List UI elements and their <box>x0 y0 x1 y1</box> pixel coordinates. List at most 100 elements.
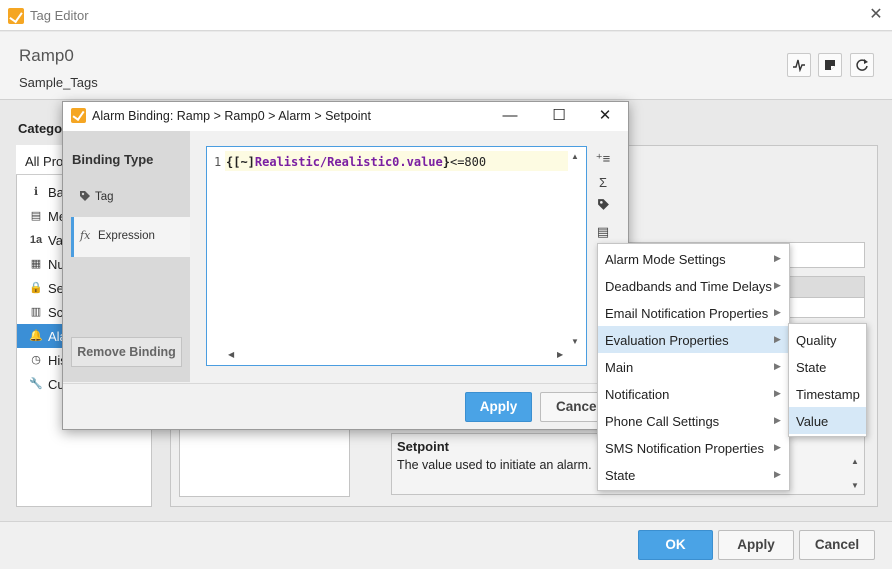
tag-header <box>0 32 892 100</box>
code-tag-path: Realistic/Realistic0.value <box>254 155 443 169</box>
binding-type-tag[interactable]: Tag <box>71 178 190 216</box>
scroll-down-icon: ▼ <box>571 337 579 346</box>
menu-item-label: Email Notification Properties <box>605 306 769 321</box>
editor-vertical-scrollbar[interactable]: ▲ ▼ <box>569 152 581 350</box>
binding-type-expression-label: Expression <box>98 230 155 242</box>
dialog-app-icon <box>71 108 86 123</box>
submenu-item-timestamp[interactable]: Timestamp <box>789 380 866 407</box>
bell-icon: 🔔 <box>29 330 43 342</box>
binding-type-expression[interactable]: fx Expression <box>71 217 190 257</box>
expression-editor[interactable] <box>206 146 587 366</box>
category-label: Sc <box>48 305 64 320</box>
calculator-icon: ▦ <box>30 258 42 270</box>
submenu-item-label: Timestamp <box>796 387 860 402</box>
submenu-item-state[interactable]: State <box>789 353 866 380</box>
apply-button[interactable]: Apply <box>718 530 794 560</box>
window-title: Tag Editor <box>30 8 89 23</box>
alarm-list-box[interactable] <box>179 428 350 497</box>
dialog-close-button[interactable]: ✕ <box>593 104 617 128</box>
tag-icon <box>79 190 91 205</box>
window-close-button[interactable]: ✕ <box>866 5 886 25</box>
remove-binding-button[interactable]: Remove Binding <box>71 337 182 367</box>
tag-icon <box>597 199 609 210</box>
menu-item-state[interactable]: State ▶ <box>598 461 789 488</box>
note-button[interactable] <box>818 53 842 77</box>
pulse-button[interactable] <box>787 53 811 77</box>
binding-type-tag-label: Tag <box>95 191 114 203</box>
editor-horizontal-scrollbar[interactable]: ◀ ▶ <box>225 350 569 362</box>
code-tag-open: {[~] <box>226 155 255 169</box>
help-text: The value used to initiate an alarm. <box>397 458 592 472</box>
code-tag-close: } <box>442 155 450 169</box>
scroll-up-icon: ▲ <box>571 152 579 161</box>
chevron-right-icon: ▶ <box>774 442 781 452</box>
menu-item-evaluation-properties[interactable]: Evaluation Properties ▶ <box>598 326 789 353</box>
note-icon <box>825 60 835 70</box>
submenu-item-value[interactable]: Value <box>789 407 866 434</box>
script-icon: ▥ <box>30 306 42 318</box>
chevron-right-icon: ▶ <box>774 253 781 263</box>
categories-heading: Catego <box>18 121 63 136</box>
chevron-right-icon: ▶ <box>774 280 781 290</box>
chevron-right-icon: ▶ <box>774 334 781 344</box>
menu-item-label: Deadbands and Time Delays <box>605 279 772 294</box>
tag-provider: Sample_Tags <box>19 75 98 90</box>
menu-item-deadbands[interactable]: Deadbands and Time Delays ▶ <box>598 272 789 299</box>
category-dropdown-value: All Pro <box>25 154 64 169</box>
menu-item-label: Main <box>605 360 634 375</box>
scroll-up-icon: ▲ <box>851 457 859 466</box>
cancel-button[interactable]: Cancel <box>799 530 875 560</box>
binding-type-heading: Binding Type <box>72 152 154 167</box>
chevron-right-icon: ▶ <box>774 361 781 371</box>
wrench-icon: 🔧 <box>29 378 43 390</box>
dialog-apply-button[interactable]: Apply <box>465 392 532 422</box>
scroll-down-icon: ▼ <box>851 481 859 490</box>
submenu-item-label: State <box>796 360 827 375</box>
expression-code[interactable]: {[~]Realistic/Realistic0.value}<=800 <box>226 155 486 169</box>
dialog-cancel-button[interactable]: Cancel <box>540 392 600 422</box>
window-titlebar <box>0 0 892 31</box>
maximize-button[interactable]: ☐ <box>547 104 571 128</box>
menu-item-main[interactable]: Main ▶ <box>598 353 789 380</box>
dialog-footer-divider <box>63 383 628 384</box>
menu-item-notification[interactable]: Notification ▶ <box>598 380 789 407</box>
function-sigma-button[interactable]: Σ <box>594 174 612 192</box>
app-icon <box>8 8 24 24</box>
pulse-icon <box>793 59 805 72</box>
insert-tag-button[interactable] <box>594 198 612 216</box>
menu-item-phone-call[interactable]: Phone Call Settings ▶ <box>598 407 789 434</box>
menu-item-label: SMS Notification Properties <box>605 441 764 456</box>
menu-item-sms-notification[interactable]: SMS Notification Properties ▶ <box>598 434 789 461</box>
tag-name: Ramp0 <box>19 46 74 65</box>
submenu-item-quality[interactable]: Quality <box>789 326 866 353</box>
minimize-button[interactable]: — <box>498 104 522 128</box>
menu-item-label: Notification <box>605 387 670 402</box>
submenu-item-label: Quality <box>796 333 837 348</box>
submenu-item-label: Value <box>796 414 829 429</box>
line-number: 1 <box>214 155 222 169</box>
insert-alarm-property-button[interactable]: ▤ <box>594 223 612 241</box>
refresh-button[interactable] <box>850 53 874 77</box>
ok-button[interactable]: OK <box>638 530 713 560</box>
value-icon: 1a <box>29 234 43 246</box>
menu-item-email-notification[interactable]: Email Notification Properties ▶ <box>598 299 789 326</box>
code-operator: <=800 <box>449 155 487 169</box>
clock-icon: ◷ <box>31 354 41 366</box>
menu-item-label: State <box>605 468 636 483</box>
scroll-right-icon: ▶ <box>557 350 564 359</box>
insert-property-button[interactable]: ⁺≡ <box>594 150 612 168</box>
info-icon: ℹ <box>33 186 39 198</box>
help-title: Setpoint <box>397 439 449 454</box>
chevron-right-icon: ▶ <box>774 415 781 425</box>
category-label: Va <box>48 233 63 248</box>
database-icon: ▤ <box>30 210 42 222</box>
scroll-left-icon: ◀ <box>228 350 235 359</box>
chevron-right-icon: ▶ <box>774 469 781 479</box>
function-icon: fx <box>80 229 91 242</box>
lock-icon: 🔒 <box>29 282 43 294</box>
menu-item-label: Alarm Mode Settings <box>605 252 726 267</box>
dialog-title: Alarm Binding: Ramp > Ramp0 > Alarm > Se… <box>92 109 371 123</box>
menu-item-alarm-mode-settings[interactable]: Alarm Mode Settings ▶ <box>598 245 789 272</box>
help-scrollbar[interactable]: ▲ ▼ <box>848 457 862 493</box>
chevron-right-icon: ▶ <box>774 307 781 317</box>
